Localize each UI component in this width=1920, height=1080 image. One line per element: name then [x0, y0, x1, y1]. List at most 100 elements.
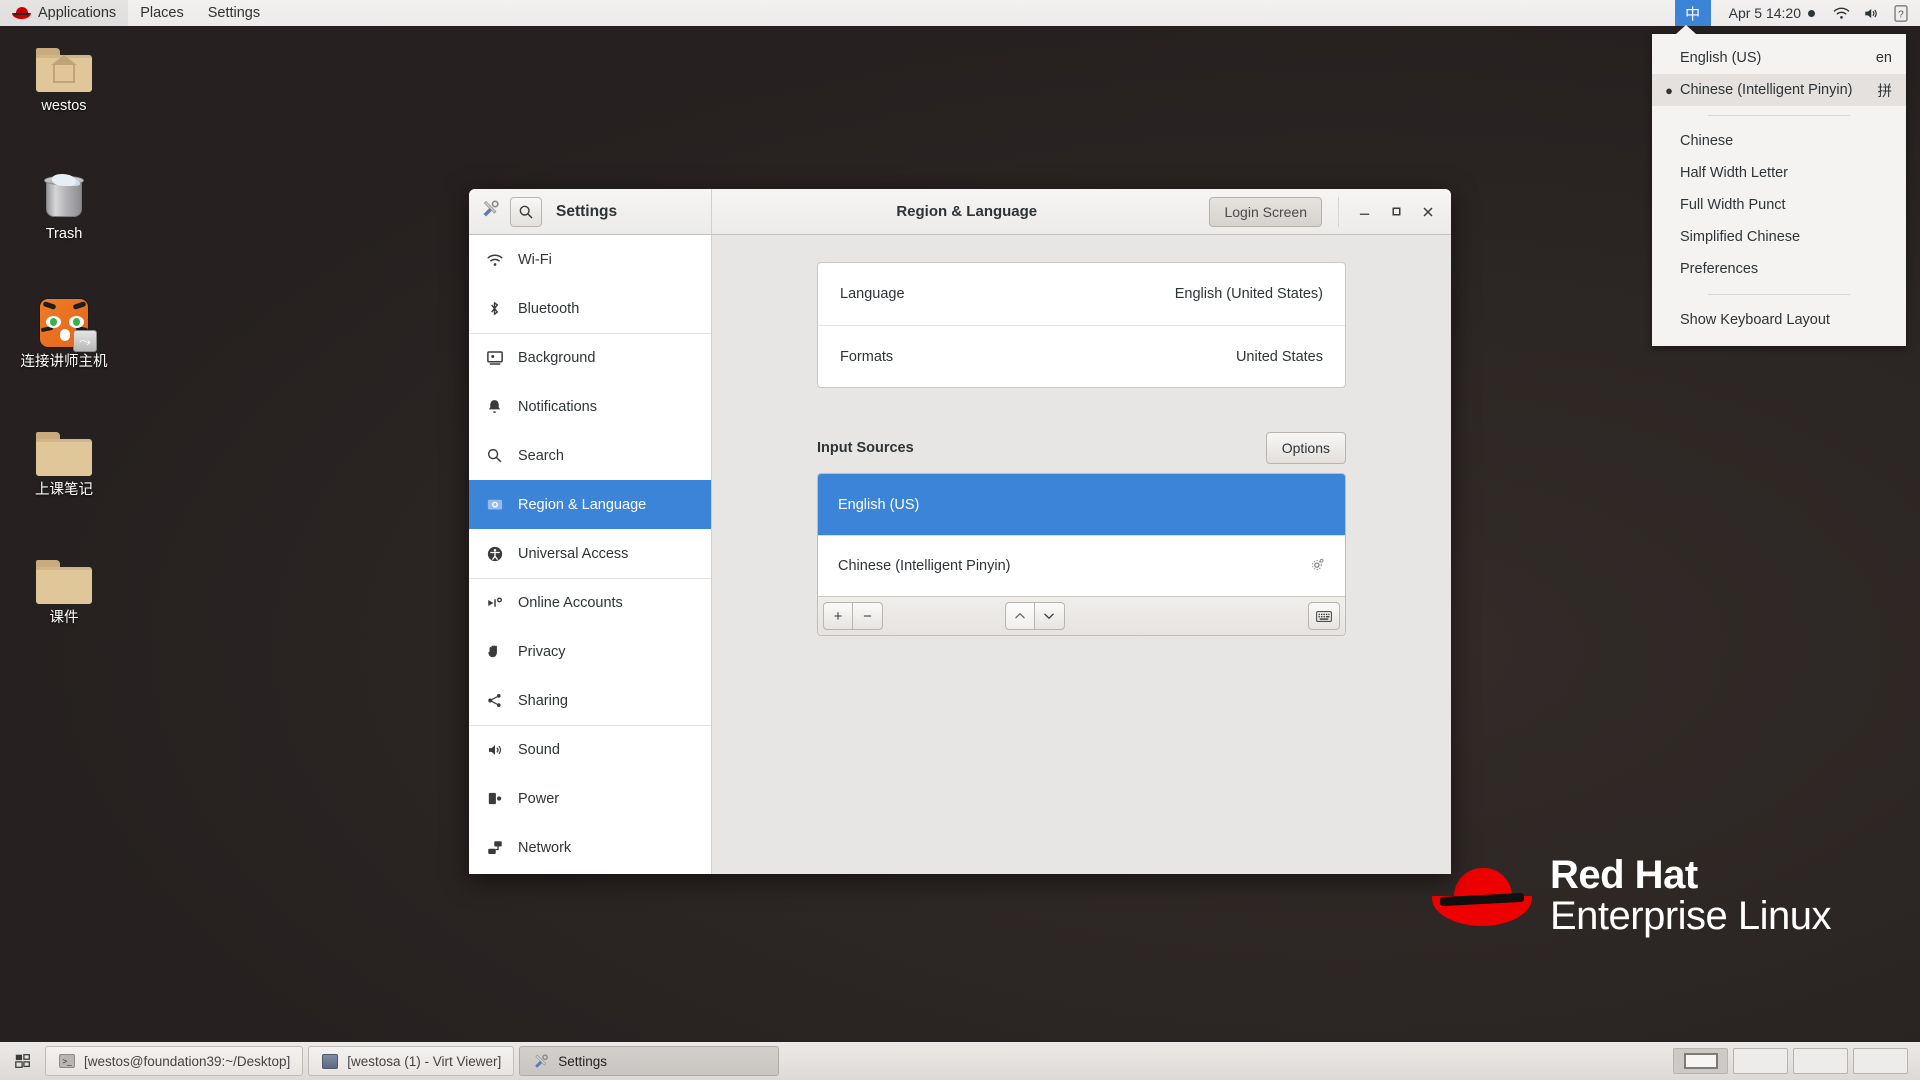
move-up-icon [1014, 613, 1025, 619]
sidebar-item-label: Power [518, 790, 560, 807]
sidebar-item-universal-access[interactable]: Universal Access [469, 529, 711, 578]
sidebar-item-label: Search [518, 447, 564, 464]
input-sources-toolbar: + − [818, 596, 1345, 635]
sidebar-item-label: Privacy [518, 643, 566, 660]
input-method-indicator[interactable]: 中 [1674, 0, 1711, 26]
remove-input-source-button[interactable]: − [853, 602, 883, 630]
help-icon: ? [1894, 4, 1908, 22]
desktop-icon-trash[interactable]: Trash [4, 164, 124, 243]
ime-option-preferences[interactable]: Preferences [1652, 253, 1906, 285]
ime-option-chinese[interactable]: Chinese [1652, 125, 1906, 157]
desktop-icon-label: 上课笔记 [35, 482, 93, 498]
gear-icon[interactable] [1310, 557, 1325, 576]
input-source-row-chinese-pinyin[interactable]: Chinese (Intelligent Pinyin) [818, 535, 1345, 596]
sidebar-item-network[interactable]: Network [469, 823, 711, 872]
show-desktop-button[interactable] [6, 1046, 40, 1076]
background-icon [485, 349, 504, 368]
sidebar-item-background[interactable]: Background [469, 333, 711, 382]
desktop-icon-connect-instructor-host[interactable]: ⤳ 连接讲师主机 [4, 292, 124, 371]
applications-menu-label: Applications [38, 5, 117, 21]
sidebar-item-sound[interactable]: Sound [469, 725, 711, 774]
move-up-button[interactable] [1004, 602, 1035, 630]
sidebar-item-label: Network [518, 839, 572, 856]
ime-option-simplified-chinese[interactable]: Simplified Chinese [1652, 221, 1906, 253]
taskbar: >_ [westos@foundation39:~/Desktop] [west… [0, 1040, 1920, 1080]
language-row[interactable]: Language English (United States) [818, 263, 1345, 325]
sidebar-item-power[interactable]: Power [469, 774, 711, 823]
ime-option-label: Half Width Letter [1680, 165, 1788, 181]
formats-row[interactable]: Formats United States [818, 325, 1345, 387]
workspace-1[interactable] [1673, 1048, 1728, 1074]
taskbar-item-label: Settings [558, 1053, 608, 1069]
input-method-menu: English (US) en ● Chinese (Intelligent P… [1652, 25, 1906, 346]
ime-option-half-width-letter[interactable]: Half Width Letter [1652, 157, 1906, 189]
power-battery-icon [485, 789, 504, 808]
places-menu[interactable]: Places [128, 0, 196, 26]
settings-window: Settings Region & Language Login Screen [469, 189, 1451, 874]
wifi-icon [485, 250, 504, 269]
ime-option-full-width-punct[interactable]: Full Width Punct [1652, 189, 1906, 221]
terminal-icon: >_ [58, 1052, 76, 1070]
ime-source-label: Chinese (Intelligent Pinyin) [1680, 82, 1853, 98]
ime-show-keyboard-layout[interactable]: Show Keyboard Layout [1652, 304, 1906, 336]
clock[interactable]: Apr 5 14:20 [1711, 0, 1829, 26]
sidebar-item-privacy[interactable]: Privacy [469, 627, 711, 676]
input-source-label: English (US) [838, 496, 920, 513]
search-icon [519, 205, 533, 219]
ime-source-code: 拼 [1877, 83, 1893, 100]
window-body: Wi-Fi Bluetooth Background Notifications [469, 235, 1451, 874]
close-button[interactable] [1413, 197, 1443, 227]
keyboard-icon [1316, 610, 1332, 622]
add-input-source-button[interactable]: + [823, 602, 853, 630]
sidebar-item-label: Bluetooth [518, 300, 580, 317]
clock-label: Apr 5 14:20 [1728, 5, 1801, 21]
workspace-3[interactable] [1793, 1048, 1848, 1074]
applications-menu[interactable]: Applications [0, 0, 129, 26]
menu-separator [1708, 115, 1850, 116]
sidebar-item-wifi[interactable]: Wi-Fi [469, 235, 711, 284]
sidebar-item-bluetooth[interactable]: Bluetooth [469, 284, 711, 333]
sidebar-item-sharing[interactable]: Sharing [469, 676, 711, 725]
sound-icon [485, 741, 504, 760]
show-keyboard-layout-button[interactable] [1307, 602, 1340, 630]
workspace-switcher [1673, 1048, 1914, 1074]
desktop-icon-class-notes[interactable]: 上课笔记 [4, 420, 124, 499]
maximize-button[interactable] [1381, 197, 1411, 227]
home-folder-icon [36, 36, 92, 92]
maximize-icon [1392, 207, 1400, 216]
taskbar-item-settings[interactable]: Settings [519, 1046, 780, 1076]
taskbar-item-terminal[interactable]: >_ [westos@foundation39:~/Desktop] [45, 1046, 304, 1076]
language-label: Language [840, 286, 905, 302]
sidebar-item-region-language[interactable]: Region & Language [469, 480, 711, 529]
folder-icon [36, 420, 92, 476]
search-button[interactable] [510, 196, 542, 227]
headerbar-right: Region & Language Login Screen [712, 189, 1451, 234]
workspace-2[interactable] [1733, 1048, 1788, 1074]
login-screen-button[interactable]: Login Screen [1209, 196, 1322, 227]
recording-dot-icon [1808, 9, 1815, 17]
settings-tools-icon [481, 199, 501, 224]
input-source-row-english-us[interactable]: English (US) [818, 474, 1345, 535]
ime-source-chinese-pinyin[interactable]: ● Chinese (Intelligent Pinyin) 拼 [1652, 74, 1906, 106]
workspace-4[interactable] [1853, 1048, 1908, 1074]
move-down-button[interactable] [1034, 602, 1065, 630]
ime-source-english[interactable]: English (US) en [1652, 42, 1906, 74]
settings-menu[interactable]: Settings [196, 0, 272, 26]
desktop-icon-courseware[interactable]: 课件 [4, 548, 124, 627]
sidebar-item-label: Background [518, 350, 596, 366]
sidebar-item-online-accounts[interactable]: Online Accounts [469, 578, 711, 627]
bell-icon [485, 397, 504, 416]
options-button[interactable]: Options [1265, 432, 1346, 464]
virt-viewer-icon [321, 1052, 339, 1070]
minimize-button[interactable] [1349, 197, 1379, 227]
desktop-icon-home[interactable]: westos [4, 36, 124, 115]
sidebar-item-notifications[interactable]: Notifications [469, 382, 711, 431]
universal-access-icon [485, 544, 504, 563]
taskbar-item-virt-viewer[interactable]: [westosa (1) - Virt Viewer] [308, 1046, 515, 1076]
sidebar-item-search[interactable]: Search [469, 431, 711, 480]
sidebar-item-label: Region & Language [518, 496, 647, 513]
redhat-logo-icon [12, 6, 31, 20]
system-status-icons[interactable]: ? [1829, 0, 1920, 26]
ime-source-code: en [1875, 50, 1892, 66]
sidebar-item-label: Notifications [518, 398, 597, 415]
